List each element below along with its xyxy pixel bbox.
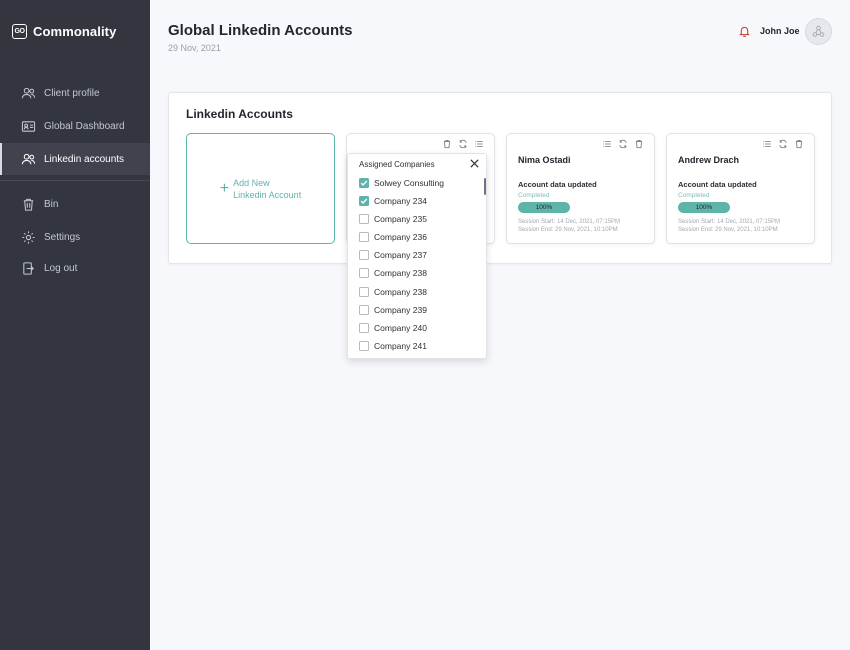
card-toolbar (602, 139, 644, 149)
checkbox[interactable] (359, 341, 369, 351)
dropdown-title: Assigned Companies (359, 160, 435, 169)
bell-icon[interactable] (739, 25, 750, 37)
sidebar-item-label: Client profile (44, 87, 100, 99)
company-label: Company 237 (374, 250, 427, 260)
add-account-label-line1: Add New (233, 177, 270, 188)
company-label: Company 241 (374, 341, 427, 351)
sidebar-item-client-profile[interactable]: Client profile (0, 77, 150, 109)
check-icon (360, 198, 368, 204)
refresh-icon[interactable] (618, 139, 628, 149)
sidebar-item-global-dashboard[interactable]: Global Dashboard (0, 110, 150, 142)
linkedin-accounts-panel: Linkedin Accounts + Add New Linkedin Acc… (168, 92, 832, 264)
panel-title: Linkedin Accounts (186, 107, 293, 121)
checkbox[interactable] (359, 250, 369, 260)
list-icon[interactable] (474, 139, 484, 149)
session-end: Session End: 29 Nov, 2021, 10:10PM (678, 227, 778, 233)
account-status: Account data updated (678, 180, 757, 189)
checkbox[interactable] (359, 268, 369, 278)
progress-bar: 100% (518, 202, 570, 213)
list-icon[interactable] (762, 139, 772, 149)
progress-bar: 100% (678, 202, 730, 213)
checkbox[interactable] (359, 214, 369, 224)
company-option[interactable]: Company 241 (359, 341, 427, 351)
sidebar-item-label: Bin (44, 198, 59, 210)
page-date: 29 Nov, 2021 (168, 43, 221, 53)
add-account-label-line2: Linkedin Account (233, 189, 302, 200)
company-label: Company 238 (374, 268, 427, 278)
sidebar-item-label: Global Dashboard (44, 120, 125, 132)
company-option[interactable]: Company 240 (359, 323, 427, 333)
company-label: Company 239 (374, 305, 427, 315)
check-icon (360, 180, 368, 186)
trash-icon (23, 198, 34, 211)
avatar[interactable] (805, 18, 832, 45)
session-start: Session Start: 14 Dec, 2021, 07:15PM (678, 219, 781, 225)
company-label: Company 240 (374, 323, 427, 333)
logout-icon (23, 261, 34, 275)
sidebar: GO Commonality Client profile Global Das… (0, 0, 150, 650)
trash-icon[interactable] (794, 139, 804, 149)
account-status: Account data updated (518, 180, 597, 189)
checkbox[interactable] (359, 323, 369, 333)
account-state: Completed (678, 192, 710, 199)
session-end: Session End: 29 Nov, 2021, 10:10PM (518, 227, 618, 233)
card-toolbar (442, 139, 484, 149)
sidebar-divider (0, 180, 150, 181)
company-option[interactable]: Company 236 (359, 232, 427, 242)
checkbox[interactable] (359, 196, 369, 206)
company-label: Company 238 (374, 287, 427, 297)
refresh-icon[interactable] (458, 139, 468, 149)
account-card-andrew-drach: Andrew Drach Account data updated Comple… (666, 133, 815, 244)
company-label: Company 236 (374, 232, 427, 242)
checkbox[interactable] (359, 178, 369, 188)
list-icon[interactable] (602, 139, 612, 149)
checkbox[interactable] (359, 305, 369, 315)
user-name[interactable]: John Joe (760, 26, 800, 36)
sidebar-item-bin[interactable]: Bin (0, 188, 150, 220)
checkbox[interactable] (359, 232, 369, 242)
plus-icon: + (219, 179, 230, 197)
add-account-label: Add New Linkedin Account (233, 177, 301, 201)
company-label: Company 234 (374, 196, 427, 206)
session-start: Session Start: 14 Dec, 2021, 07:15PM (518, 219, 621, 225)
checkbox[interactable] (359, 287, 369, 297)
trash-icon[interactable] (442, 139, 452, 149)
page-title: Global Linkedin Accounts (168, 22, 353, 39)
sidebar-item-label: Log out (44, 262, 78, 274)
card-toolbar (762, 139, 804, 149)
sidebar-item-label: Settings (44, 231, 81, 243)
sidebar-item-label: Linkedin accounts (44, 153, 125, 165)
company-option[interactable]: Company 238 (359, 268, 427, 278)
company-option[interactable]: Company 238 (359, 287, 427, 297)
refresh-icon[interactable] (778, 139, 788, 149)
sidebar-item-log-out[interactable]: Log out (0, 252, 150, 284)
gear-icon (22, 230, 35, 244)
account-name: Nima Ostadi (518, 155, 571, 165)
users-icon (21, 153, 36, 164)
company-label: Solwey Consulting (374, 178, 444, 188)
account-card-nima-ostadi: Nima Ostadi Account data updated Complet… (506, 133, 655, 244)
close-icon[interactable] (469, 158, 480, 169)
avatar-icon (812, 25, 825, 37)
sidebar-item-settings[interactable]: Settings (0, 221, 150, 253)
company-option[interactable]: Solwey Consulting (359, 178, 444, 188)
account-name: Andrew Drach (678, 155, 740, 165)
assigned-companies-dropdown: Assigned Companies Solwey Consulting Com… (347, 153, 487, 359)
users-icon (21, 87, 36, 98)
sidebar-item-linkedin-accounts[interactable]: Linkedin accounts (0, 143, 150, 175)
company-label: Company 235 (374, 214, 427, 224)
brand-logo-icon: GO (12, 24, 27, 39)
id-card-icon (21, 120, 36, 132)
company-option[interactable]: Company 235 (359, 214, 427, 224)
add-linkedin-account-button[interactable]: + Add New Linkedin Account (186, 133, 335, 244)
brand-name: Commonality (33, 24, 117, 39)
account-state: Completed (518, 192, 550, 199)
company-option[interactable]: Company 234 (359, 196, 427, 206)
company-option[interactable]: Company 239 (359, 305, 427, 315)
brand[interactable]: GO Commonality (12, 24, 116, 39)
scrollbar[interactable] (484, 178, 486, 195)
trash-icon[interactable] (634, 139, 644, 149)
company-option[interactable]: Company 237 (359, 250, 427, 260)
